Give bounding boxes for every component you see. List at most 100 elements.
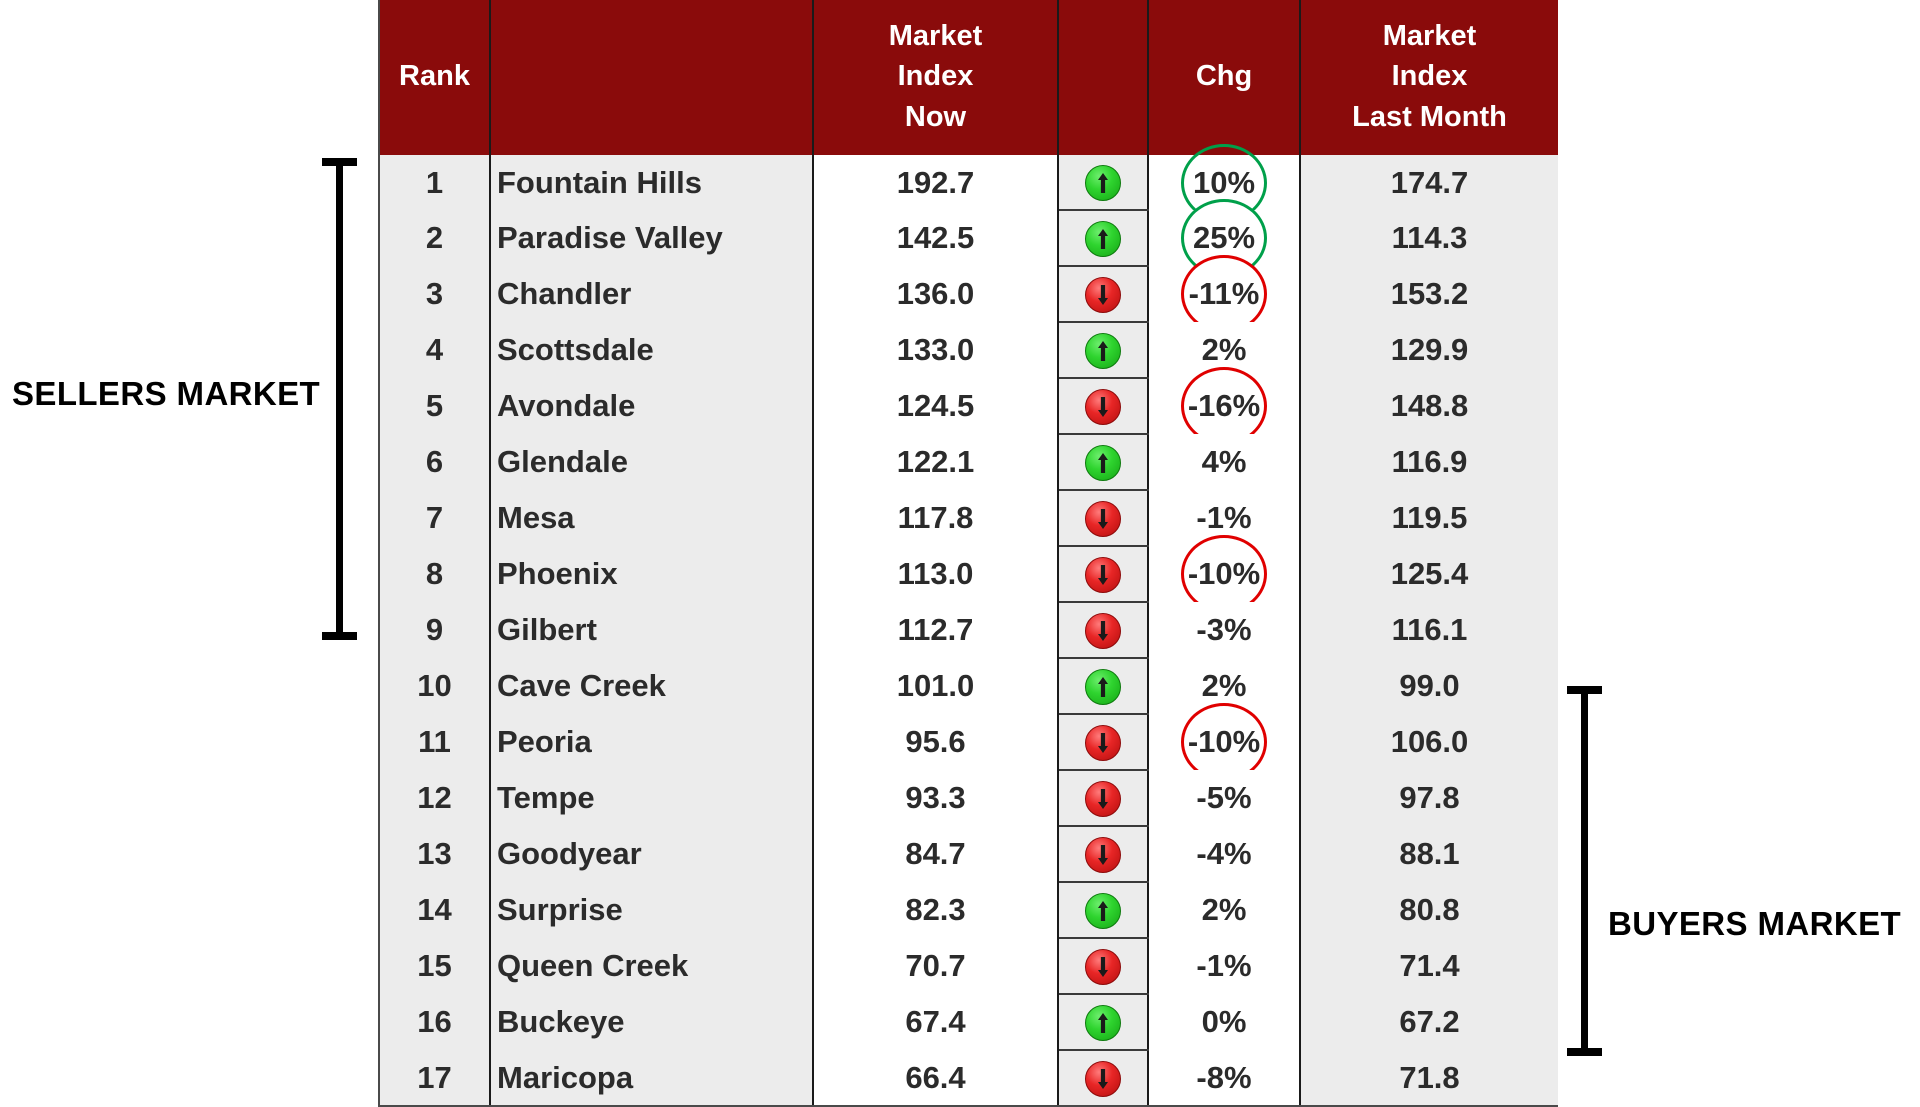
cell-rank: 13 — [380, 826, 491, 882]
cell-chg: -8% — [1148, 1050, 1301, 1105]
column-header-city[interactable] — [489, 0, 814, 155]
cell-city: Goodyear — [490, 826, 814, 882]
cell-chg: 2% — [1148, 882, 1301, 938]
table-row[interactable]: 13 Goodyear 84.7 -4% 88.1 — [380, 826, 1558, 883]
cell-direction — [1058, 882, 1149, 939]
sellers-market-bracket — [320, 158, 358, 640]
chg-value: -16% — [1187, 388, 1261, 423]
cell-city: Gilbert — [490, 602, 814, 658]
bracket-stem — [1581, 686, 1588, 1056]
chg-value: -8% — [1196, 1059, 1252, 1095]
cell-direction — [1058, 490, 1149, 547]
cell-chg: -4% — [1148, 826, 1301, 882]
cell-city: Scottsdale — [490, 322, 814, 378]
arrow-up-icon — [1085, 332, 1121, 369]
cell-chg: -16% — [1148, 367, 1301, 445]
column-header-direction[interactable] — [1057, 0, 1149, 155]
table-header-row: Rank Market Index Now Chg Market Index L… — [380, 0, 1558, 155]
table-row[interactable]: 1 Fountain Hills 192.7 10% 174.7 — [380, 143, 1558, 222]
cell-index-now: 124.5 — [813, 378, 1059, 434]
cell-direction — [1058, 938, 1149, 995]
table-row[interactable]: 5 Avondale 124.5 -16% 148.8 — [380, 367, 1558, 445]
cell-city: Phoenix — [490, 546, 814, 602]
chg-value: -10% — [1187, 556, 1261, 591]
chg-value: -5% — [1196, 780, 1252, 815]
cell-index-now: 142.5 — [813, 210, 1059, 266]
arrow-up-icon — [1085, 444, 1121, 481]
buyers-market-bracket — [1565, 686, 1603, 1056]
chg-value: 2% — [1201, 892, 1247, 927]
table-row[interactable]: 6 Glendale 122.1 4% 116.9 — [380, 434, 1558, 491]
cell-index-last-month: 119.5 — [1300, 490, 1558, 546]
sellers-market-label: SELLERS MARKET — [12, 375, 321, 412]
cell-rank: 4 — [380, 322, 491, 378]
table-row[interactable]: 11 Peoria 95.6 -10% 106.0 — [380, 703, 1558, 781]
chg-value: 2% — [1201, 668, 1247, 703]
chg-value: 0% — [1201, 1004, 1247, 1039]
cell-index-now: 95.6 — [813, 714, 1059, 770]
cell-city: Maricopa — [490, 1050, 814, 1105]
arrow-up-icon — [1085, 892, 1121, 929]
column-header-index-last-month[interactable]: Market Index Last Month — [1299, 0, 1558, 155]
cell-index-now: 66.4 — [813, 1050, 1059, 1105]
column-header-index-now[interactable]: Market Index Now — [812, 0, 1059, 155]
cell-index-last-month: 99.0 — [1300, 658, 1558, 714]
cell-direction — [1058, 770, 1149, 827]
chg-value: -11% — [1188, 276, 1260, 311]
cell-index-last-month: 97.8 — [1300, 770, 1558, 826]
table-row[interactable]: 2 Paradise Valley 142.5 25% 114.3 — [380, 199, 1558, 277]
cell-chg: 2% — [1148, 658, 1301, 714]
table-row[interactable]: 12 Tempe 93.3 -5% 97.8 — [380, 770, 1558, 827]
cell-rank: 1 — [380, 155, 491, 210]
cell-rank: 8 — [380, 546, 491, 602]
chg-value: 4% — [1201, 444, 1247, 479]
cell-chg: -5% — [1148, 770, 1301, 826]
table-row[interactable]: 9 Gilbert 112.7 -3% 116.1 — [380, 602, 1558, 659]
column-header-chg[interactable]: Chg — [1147, 0, 1301, 155]
cell-direction — [1058, 155, 1149, 211]
header-line-3: Last Month — [1352, 100, 1507, 133]
cell-index-last-month: 116.1 — [1300, 602, 1558, 658]
arrow-down-icon — [1085, 276, 1121, 313]
cell-rank: 6 — [380, 434, 491, 490]
cell-rank: 3 — [380, 266, 491, 322]
cell-index-last-month: 88.1 — [1300, 826, 1558, 882]
cell-rank: 16 — [380, 994, 491, 1050]
table-row[interactable]: 8 Phoenix 113.0 -10% 125.4 — [380, 535, 1558, 613]
cell-index-now: 112.7 — [813, 602, 1059, 658]
table-row[interactable]: 4 Scottsdale 133.0 2% 129.9 — [380, 322, 1558, 379]
arrow-down-icon — [1085, 1060, 1121, 1097]
table-row[interactable]: 15 Queen Creek 70.7 -1% 71.4 — [380, 938, 1558, 995]
cell-direction — [1058, 602, 1149, 659]
buyers-market-label: BUYERS MARKET — [1608, 905, 1902, 942]
chg-value: -1% — [1196, 500, 1252, 535]
table-body: 1 Fountain Hills 192.7 10% 174.7 2 Paradise Va… — [380, 143, 1558, 1105]
column-header-rank[interactable]: Rank — [380, 0, 491, 155]
table-row[interactable]: 17 Maricopa 66.4 -8% 71.8 — [380, 1050, 1558, 1105]
header-line-1: Market — [1382, 20, 1477, 53]
arrow-up-icon — [1085, 220, 1121, 257]
cell-index-now: 101.0 — [813, 658, 1059, 714]
cell-index-last-month: 125.4 — [1300, 546, 1558, 602]
cell-chg: -10% — [1148, 703, 1301, 781]
table-row[interactable]: 7 Mesa 117.8 -1% 119.5 — [380, 490, 1558, 547]
cell-index-now: 67.4 — [813, 994, 1059, 1050]
arrow-down-icon — [1085, 612, 1121, 649]
cell-index-now: 84.7 — [813, 826, 1059, 882]
cell-direction — [1058, 714, 1149, 771]
table-row[interactable]: 3 Chandler 136.0 -11% 153.2 — [380, 255, 1558, 333]
cell-rank: 9 — [380, 602, 491, 658]
table-row[interactable]: 16 Buckeye 67.4 0% 67.2 — [380, 994, 1558, 1051]
table-row[interactable]: 10 Cave Creek 101.0 2% 99.0 — [380, 658, 1558, 715]
table-row[interactable]: 14 Surprise 82.3 2% 80.8 — [380, 882, 1558, 939]
bracket-cap-bottom — [322, 632, 357, 640]
bracket-stem — [336, 158, 343, 640]
chg-value: -3% — [1196, 612, 1252, 647]
arrow-down-icon — [1085, 948, 1121, 985]
cell-index-last-month: 114.3 — [1300, 210, 1558, 266]
cell-direction — [1058, 826, 1149, 883]
cell-city: Tempe — [490, 770, 814, 826]
cell-rank: 15 — [380, 938, 491, 994]
cell-direction — [1058, 434, 1149, 491]
cell-direction — [1058, 1050, 1149, 1105]
